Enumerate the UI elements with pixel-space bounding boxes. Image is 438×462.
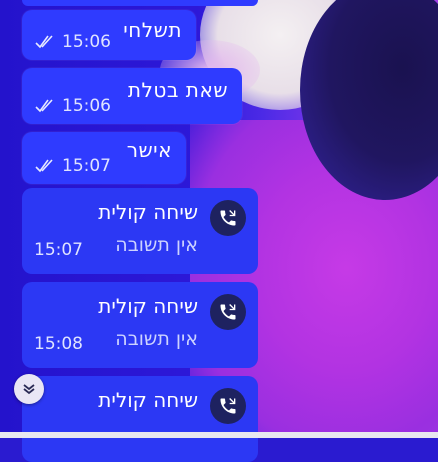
message-text: אישר	[126, 138, 172, 162]
double-check-icon	[35, 99, 53, 113]
bottom-edge	[0, 432, 438, 438]
message-bubble[interactable]: אישר 15:07	[22, 132, 186, 184]
call-card[interactable]: שיחה קולית אין תשובה 15:08	[22, 282, 258, 368]
message-meta: 15:07	[34, 156, 111, 176]
previous-message-edge	[22, 0, 258, 6]
call-time: 15:08	[34, 334, 83, 354]
call-title: שיחה קולית	[98, 294, 198, 318]
missed-call-icon[interactable]	[210, 388, 246, 424]
message-text: שאת בטלת	[127, 78, 228, 102]
message-bubble[interactable]: תשלחי 15:06	[22, 10, 196, 60]
message-time: 15:06	[62, 96, 111, 116]
missed-call-icon[interactable]	[210, 294, 246, 330]
message-text: תשלחי	[123, 18, 182, 42]
double-check-icon	[35, 35, 53, 49]
message-meta: 15:06	[34, 96, 111, 116]
call-card[interactable]: שיחה קולית אין תשובה 15:07	[22, 188, 258, 274]
message-meta: 15:06	[34, 32, 111, 52]
chat-thread[interactable]: תשלחי 15:06 שאת בטלת 15:06 אישר 15:07 שי…	[0, 0, 438, 462]
message-time: 15:06	[62, 32, 111, 52]
call-time: 15:07	[34, 240, 83, 260]
call-title: שיחה קולית	[98, 200, 198, 224]
call-status: אין תשובה	[115, 234, 198, 256]
chevron-down-icon	[23, 384, 35, 395]
message-bubble[interactable]: שאת בטלת 15:06	[22, 68, 242, 124]
call-title: שיחה קולית	[98, 388, 198, 412]
double-check-icon	[35, 159, 53, 173]
scroll-to-bottom-button[interactable]	[14, 374, 44, 404]
call-card[interactable]: שיחה קולית	[22, 376, 258, 462]
message-time: 15:07	[62, 156, 111, 176]
missed-call-icon[interactable]	[210, 200, 246, 236]
call-status: אין תשובה	[115, 328, 198, 350]
